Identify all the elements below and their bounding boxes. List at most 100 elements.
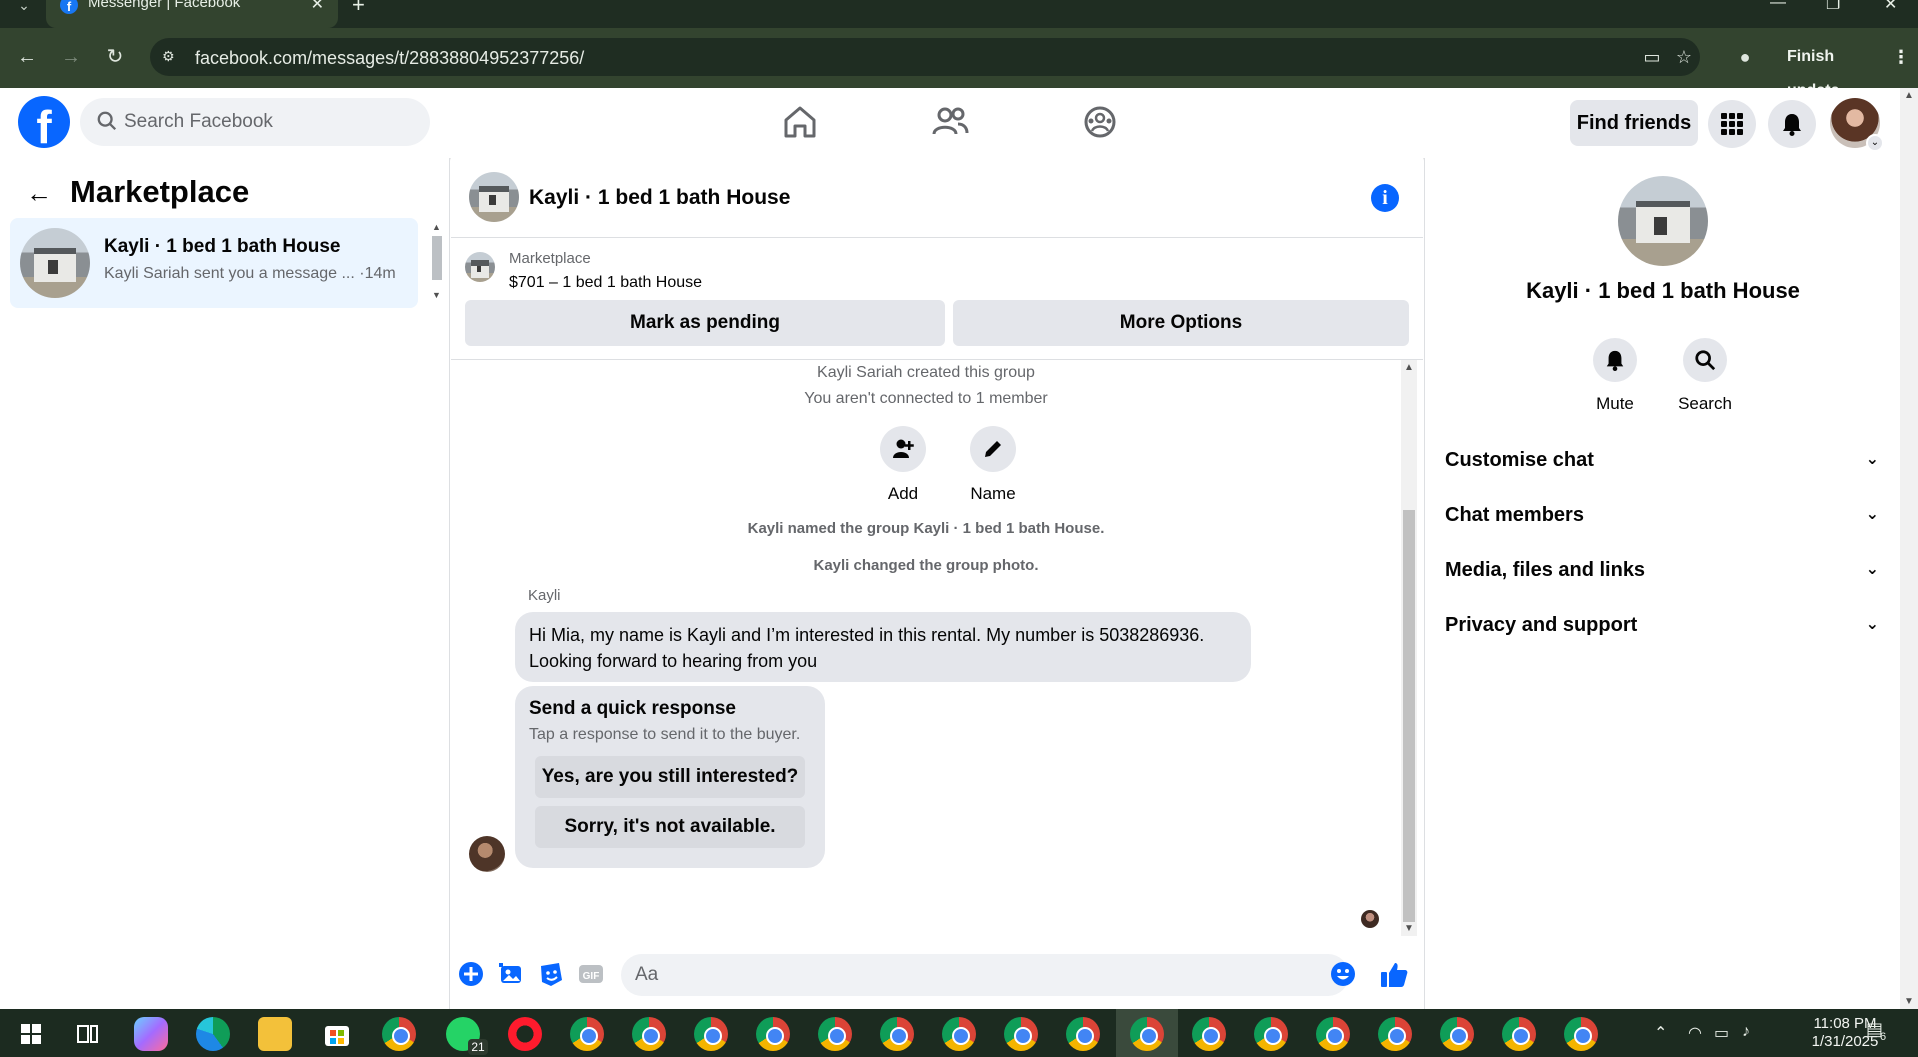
site-info-icon[interactable]: ⚙ bbox=[162, 47, 180, 65]
quick-reply-not-available-button[interactable]: Sorry, it's not available. bbox=[535, 806, 805, 848]
back-icon[interactable]: ← bbox=[12, 42, 42, 72]
account-avatar[interactable]: ⌄ bbox=[1830, 98, 1884, 152]
edge-icon[interactable] bbox=[196, 1017, 230, 1051]
wifi-icon[interactable]: ◠ bbox=[1688, 1023, 1702, 1043]
chat-title[interactable]: Kayli · 1 bed 1 bath House bbox=[529, 186, 790, 210]
back-arrow-icon[interactable]: ← bbox=[24, 178, 54, 208]
chrome-profile-window-icon[interactable] bbox=[818, 1017, 852, 1051]
conversation-item[interactable]: Kayli · 1 bed 1 bath House Kayli Sariah … bbox=[10, 218, 418, 308]
tray-chevron-up-icon[interactable]: ⌃ bbox=[1654, 1023, 1667, 1043]
sticker-icon[interactable] bbox=[537, 960, 565, 988]
chrome-menu-icon[interactable]: ⋮ bbox=[1892, 40, 1910, 74]
chat-scrollbar-thumb[interactable] bbox=[1403, 510, 1415, 922]
account-chevron-icon[interactable]: ⌄ bbox=[1866, 134, 1884, 152]
bookmark-star-icon[interactable]: ☆ bbox=[1672, 45, 1696, 69]
microsoft-store-icon[interactable] bbox=[320, 1017, 354, 1051]
chrome-profile-window-icon[interactable] bbox=[632, 1017, 666, 1051]
task-view-icon[interactable] bbox=[70, 1017, 104, 1051]
windows-start-icon[interactable] bbox=[14, 1017, 48, 1051]
restore-icon[interactable]: ❐ bbox=[1826, 0, 1840, 14]
gif-icon[interactable]: GIF bbox=[577, 960, 605, 988]
finish-update-button[interactable]: Finish update ⋮ bbox=[1775, 40, 1918, 99]
forward-icon[interactable]: → bbox=[56, 42, 86, 72]
chrome-profile-window-icon[interactable] bbox=[1254, 1017, 1288, 1051]
info-icon[interactable]: i bbox=[1371, 184, 1399, 212]
copilot-icon[interactable] bbox=[134, 1017, 168, 1051]
facebook-search[interactable] bbox=[80, 98, 430, 146]
chrome-profile-window-icon[interactable] bbox=[694, 1017, 728, 1051]
url-text[interactable]: facebook.com/messages/t/2883880495237725… bbox=[195, 48, 584, 69]
page-scrollbar[interactable]: ▲ ▼ bbox=[1900, 88, 1918, 1009]
reload-icon[interactable]: ↻ bbox=[100, 42, 130, 72]
groups-icon[interactable] bbox=[1078, 100, 1122, 144]
name-group-button[interactable]: Name bbox=[953, 426, 1033, 504]
scroll-down-icon[interactable]: ▼ bbox=[432, 290, 441, 300]
chrome-profile-window-icon[interactable] bbox=[756, 1017, 790, 1051]
home-icon[interactable] bbox=[778, 100, 822, 144]
listing-price[interactable]: $701 – 1 bed 1 bath House bbox=[509, 274, 702, 292]
friends-icon[interactable] bbox=[928, 100, 972, 144]
chrome-profile-window-icon[interactable] bbox=[1440, 1017, 1474, 1051]
search-in-chat-button[interactable]: Search bbox=[1665, 338, 1745, 414]
more-options-button[interactable]: More Options bbox=[953, 300, 1409, 346]
customise-chat-row[interactable]: Customise chat ⌄ bbox=[1445, 440, 1887, 480]
chrome-profile-icon[interactable]: ● bbox=[1730, 42, 1760, 72]
thumbs-up-icon[interactable] bbox=[1379, 960, 1409, 990]
chrome-profile-window-icon[interactable] bbox=[1316, 1017, 1350, 1051]
photo-icon[interactable] bbox=[497, 960, 525, 988]
chrome-profile-window-icon[interactable] bbox=[1066, 1017, 1100, 1051]
scroll-up-icon[interactable]: ▲ bbox=[432, 222, 441, 232]
address-bar[interactable]: ⚙ facebook.com/messages/t/28838804952377… bbox=[150, 38, 1700, 76]
quick-reply-still-interested-button[interactable]: Yes, are you still interested? bbox=[535, 756, 805, 798]
group-photo[interactable] bbox=[1618, 176, 1708, 266]
chat-members-row[interactable]: Chat members ⌄ bbox=[1445, 495, 1887, 535]
tab-search-chevron-icon[interactable]: ⌄ bbox=[10, 0, 38, 16]
chat-scrollbar[interactable]: ▲ ▼ bbox=[1401, 360, 1417, 936]
privacy-support-row[interactable]: Privacy and support ⌄ bbox=[1445, 605, 1887, 645]
new-tab-icon[interactable]: + bbox=[352, 0, 365, 18]
media-files-links-row[interactable]: Media, files and links ⌄ bbox=[1445, 550, 1887, 590]
browser-tab-messenger[interactable]: f Messenger | Facebook ✕ bbox=[46, 0, 338, 28]
chrome-profile-window-icon[interactable] bbox=[1004, 1017, 1038, 1051]
chrome-profile-window-icon[interactable] bbox=[942, 1017, 976, 1051]
scroll-up-icon[interactable]: ▲ bbox=[1904, 90, 1914, 101]
notification-center-icon[interactable]: ▤ 6 bbox=[1866, 1019, 1886, 1043]
message-bubble[interactable]: Hi Mia, my name is Kayli and I’m interes… bbox=[515, 612, 1251, 682]
conversation-list-scrollbar[interactable]: ▲ ▼ bbox=[430, 222, 444, 302]
opera-icon[interactable] bbox=[508, 1017, 542, 1051]
chrome-icon[interactable] bbox=[382, 1017, 416, 1051]
battery-icon[interactable]: ▭ bbox=[1714, 1023, 1729, 1043]
sender-avatar[interactable] bbox=[469, 836, 505, 872]
window-close-icon[interactable]: ✕ bbox=[1884, 0, 1897, 14]
scrollbar-thumb[interactable] bbox=[432, 236, 442, 280]
add-member-button[interactable]: Add bbox=[863, 426, 943, 504]
message-field[interactable] bbox=[621, 954, 1349, 996]
file-explorer-icon[interactable] bbox=[258, 1017, 292, 1051]
chrome-profile-window-icon[interactable] bbox=[1564, 1017, 1598, 1051]
menu-button[interactable] bbox=[1708, 100, 1756, 148]
scroll-down-icon[interactable]: ▼ bbox=[1404, 923, 1414, 934]
chat-avatar[interactable] bbox=[469, 172, 519, 222]
search-input[interactable] bbox=[124, 98, 414, 146]
scroll-up-icon[interactable]: ▲ bbox=[1404, 362, 1414, 373]
chrome-profile-window-icon[interactable] bbox=[1192, 1017, 1226, 1051]
chrome-profile-window-icon[interactable] bbox=[1502, 1017, 1536, 1051]
chrome-active-window-icon[interactable] bbox=[1130, 1017, 1164, 1051]
install-app-icon[interactable]: ▭ bbox=[1640, 45, 1664, 69]
emoji-icon[interactable] bbox=[1329, 960, 1357, 988]
volume-icon[interactable]: ♪ bbox=[1742, 1023, 1750, 1041]
scroll-down-icon[interactable]: ▼ bbox=[1904, 996, 1914, 1007]
tab-close-icon[interactable]: ✕ bbox=[311, 0, 324, 14]
chrome-profile-window-icon[interactable] bbox=[880, 1017, 914, 1051]
find-friends-button[interactable]: Find friends bbox=[1570, 100, 1698, 146]
facebook-logo-icon[interactable]: f bbox=[18, 96, 70, 148]
listing-thumbnail[interactable] bbox=[465, 252, 495, 282]
chrome-profile-window-icon[interactable] bbox=[570, 1017, 604, 1051]
mute-button[interactable]: Mute bbox=[1575, 338, 1655, 414]
minimize-icon[interactable]: — bbox=[1770, 0, 1786, 12]
plus-circle-icon[interactable] bbox=[457, 960, 485, 988]
notifications-button[interactable] bbox=[1768, 100, 1816, 148]
mark-as-pending-button[interactable]: Mark as pending bbox=[465, 300, 945, 346]
chrome-profile-window-icon[interactable] bbox=[1378, 1017, 1412, 1051]
message-input[interactable] bbox=[635, 954, 1285, 996]
